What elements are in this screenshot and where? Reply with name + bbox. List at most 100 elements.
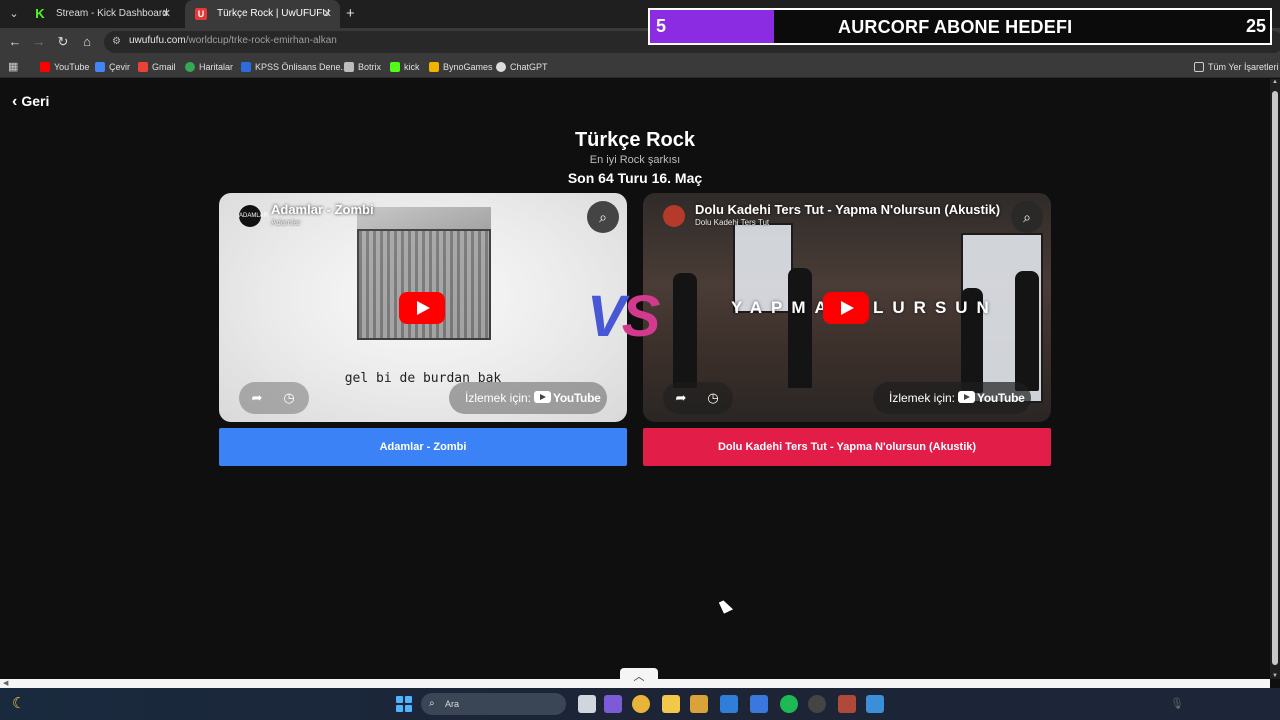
- page-content: ‹ Geri Türkçe Rock En iyi Rock şarkısı So…: [0, 79, 1270, 679]
- play-button[interactable]: [823, 292, 869, 324]
- goal-title: AURCORF ABONE HEDEFI: [838, 17, 1073, 37]
- play-button[interactable]: [399, 292, 445, 324]
- goal-target: 25: [1245, 16, 1266, 36]
- watch-label: İzlemek için:: [889, 391, 956, 405]
- file-explorer-icon[interactable]: [662, 695, 680, 713]
- botrix-icon: [344, 62, 354, 72]
- video-controls: ➦ ◷: [663, 382, 733, 414]
- share-icon[interactable]: ➦: [672, 389, 690, 407]
- chevron-up-icon[interactable]: ︿: [620, 668, 658, 686]
- youtube-label: YouTube: [977, 391, 1025, 405]
- site-info-icon[interactable]: ⚙: [112, 36, 124, 48]
- bookmark-haritalar[interactable]: Haritalar: [185, 60, 233, 74]
- video-title[interactable]: Dolu Kadehi Ters Tut - Yapma N'olursun (…: [695, 202, 1000, 217]
- taskbar-search[interactable]: ⌕ Ara: [421, 693, 566, 715]
- youtube-icon: [40, 62, 50, 72]
- new-tab-button[interactable]: +: [346, 5, 355, 23]
- widgets-icon[interactable]: [604, 695, 622, 713]
- tab-uwufufu[interactable]: U Türkçe Rock | UwUFUFU ✕: [185, 0, 340, 28]
- windows-taskbar: ☾ ⌕ Ara 🎙: [0, 688, 1280, 720]
- kick-icon: K: [34, 6, 46, 21]
- tab-kick-dashboard[interactable]: K Stream - Kick Dashboard ✕: [24, 0, 179, 28]
- youtube-icon: [534, 391, 552, 403]
- zoom-icon[interactable]: ⌕: [587, 201, 619, 233]
- apps-grid-icon[interactable]: ▦: [8, 61, 20, 73]
- reload-icon[interactable]: ↻: [55, 34, 71, 50]
- band-member: [788, 268, 812, 388]
- app-icon[interactable]: [690, 695, 708, 713]
- watch-on-youtube-button[interactable]: İzlemek için: YouTube: [873, 382, 1031, 414]
- app-icon[interactable]: [866, 695, 884, 713]
- windows-start-icon[interactable]: [396, 696, 412, 712]
- vs-label: VS: [587, 283, 660, 350]
- bookmark-kick[interactable]: kick: [390, 60, 420, 74]
- bookmark-label: kick: [404, 62, 420, 72]
- video-channel: Adamlar: [271, 218, 301, 227]
- url-host: uwufufu.com: [129, 35, 186, 46]
- bookmark-label: Tüm Yer İşaretleri: [1208, 62, 1279, 72]
- tab-title: Stream - Kick Dashboard: [56, 8, 168, 19]
- scrollbar-thumb[interactable]: [1272, 91, 1278, 665]
- choose-left-button[interactable]: Adamlar - Zombi: [219, 428, 627, 466]
- back-arrow-icon[interactable]: ←: [7, 34, 23, 50]
- band-member: [1015, 271, 1039, 391]
- youtube-label: YouTube: [553, 391, 601, 405]
- video-card-right[interactable]: YAPMA LURSUN Dolu Kadehi Ters Tut - Yapm…: [643, 193, 1051, 422]
- bookmark-youtube[interactable]: YouTube: [40, 60, 89, 74]
- scroll-down-icon[interactable]: ▼: [1271, 673, 1279, 679]
- bynogames-icon: [429, 62, 439, 72]
- scroll-left-icon[interactable]: ◀: [3, 679, 8, 688]
- watch-later-icon[interactable]: ◷: [280, 389, 298, 407]
- close-tab-icon[interactable]: ✕: [323, 0, 332, 28]
- chrome-icon[interactable]: [632, 695, 650, 713]
- forward-arrow-icon[interactable]: →: [31, 34, 47, 50]
- app-icon[interactable]: [750, 695, 768, 713]
- bookmark-botrix[interactable]: Botrix: [344, 60, 381, 74]
- goal-progress-fill: [650, 10, 774, 43]
- weather-moon-icon[interactable]: ☾: [12, 695, 30, 713]
- app-icon[interactable]: [838, 695, 856, 713]
- page-subtitle: En iyi Rock şarkısı: [589, 154, 681, 166]
- maps-icon: [185, 62, 195, 72]
- bookmark-label: Çevir: [109, 62, 131, 72]
- chatgpt-icon: [496, 62, 506, 72]
- tab-search-chevron-icon[interactable]: ⌄: [6, 6, 22, 22]
- bookmark-kpss[interactable]: KPSS Önlisans Dene...: [241, 60, 348, 74]
- close-tab-icon[interactable]: ✕: [162, 0, 171, 28]
- store-icon[interactable]: [720, 695, 738, 713]
- choose-right-button[interactable]: Dolu Kadehi Ters Tut - Yapma N'olursun (…: [643, 428, 1051, 466]
- round-label: Son 64 Turu 16. Maç: [567, 170, 703, 186]
- bookmark-chatgpt[interactable]: ChatGPT: [496, 60, 548, 74]
- bookmark-cevir[interactable]: Çevir: [95, 60, 130, 74]
- bookmark-bynogames[interactable]: BynoGames: [429, 60, 493, 74]
- watch-later-icon[interactable]: ◷: [704, 389, 722, 407]
- watch-on-youtube-button[interactable]: İzlemek için: YouTube: [449, 382, 607, 414]
- channel-avatar: [663, 205, 685, 227]
- gmail-icon: [138, 62, 148, 72]
- spotify-icon[interactable]: [780, 695, 798, 713]
- kick-icon: [390, 62, 400, 72]
- back-button[interactable]: ‹ Geri: [12, 93, 49, 111]
- video-title[interactable]: Adamlar - Zombi: [271, 202, 374, 217]
- bookmark-label: Gmail: [152, 62, 176, 72]
- home-icon[interactable]: ⌂: [79, 34, 95, 50]
- task-view-icon[interactable]: [578, 695, 596, 713]
- share-icon[interactable]: ➦: [248, 389, 266, 407]
- vertical-scrollbar[interactable]: ▲ ▼: [1270, 79, 1280, 679]
- microphone-icon[interactable]: 🎙: [1170, 697, 1184, 710]
- bookmark-label: KPSS Önlisans Dene...: [255, 62, 349, 72]
- bookmark-label: BynoGames: [443, 62, 493, 72]
- video-channel: Dolu Kadehi Ters Tut: [695, 218, 770, 227]
- bookmark-label: Haritalar: [199, 62, 234, 72]
- subscriber-goal-overlay: 5 AURCORF ABONE HEDEFI 25: [648, 8, 1272, 45]
- channel-avatar: ADAMLAR: [239, 205, 268, 227]
- all-bookmarks[interactable]: Tüm Yer İşaretleri: [1194, 60, 1279, 74]
- back-label: Geri: [21, 93, 50, 109]
- band-member: [673, 273, 697, 388]
- app-icon[interactable]: [808, 695, 826, 713]
- zoom-icon[interactable]: ⌕: [1011, 201, 1043, 233]
- video-card-left[interactable]: gel bi de burdan bak ADAMLAR Adamlar - Z…: [219, 193, 627, 422]
- scroll-up-icon[interactable]: ▲: [1271, 79, 1279, 85]
- bookmark-label: Botrix: [358, 62, 382, 72]
- bookmark-gmail[interactable]: Gmail: [138, 60, 176, 74]
